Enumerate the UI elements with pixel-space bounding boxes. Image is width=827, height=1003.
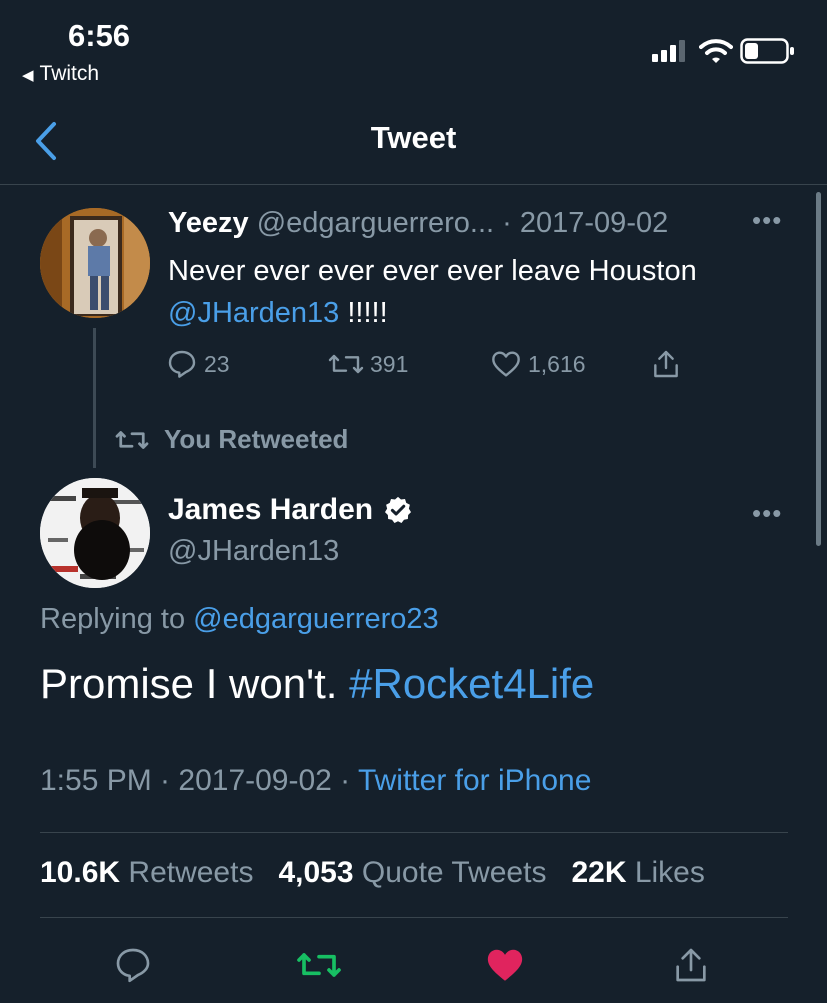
share-button[interactable] [650, 344, 688, 384]
back-triangle-icon: ◀ [22, 67, 34, 84]
retweet-icon [115, 430, 149, 449]
author-display-name[interactable]: James Harden [168, 493, 373, 527]
share-icon [676, 948, 706, 982]
tweet-source-link[interactable]: Twitter for iPhone [358, 764, 591, 797]
retweets-count: 10.6K [40, 856, 121, 889]
wifi-icon [699, 39, 733, 63]
reply-button[interactable] [110, 942, 156, 988]
parent-display-name[interactable]: Yeezy [168, 207, 249, 239]
retweet-button[interactable]: 391 [328, 344, 408, 384]
page-title: Tweet [370, 120, 457, 155]
tweet-text: Promise I won't. #Rocket4Life [40, 660, 594, 708]
like-button-active[interactable] [482, 942, 528, 988]
share-button[interactable] [668, 942, 714, 988]
hashtag-link[interactable]: #Rocket4Life [349, 660, 594, 707]
avatar-photo [40, 208, 150, 318]
share-icon [654, 350, 678, 378]
author-name[interactable]: James Harden [168, 493, 413, 527]
verified-badge-icon [385, 496, 412, 523]
tweet-timestamp: 1:55 PM · 2017-09-02 · [40, 764, 358, 797]
retweet-icon [328, 354, 364, 374]
quotes-stat[interactable]: 4,053 Quote Tweets [278, 856, 546, 889]
nav-divider [0, 184, 827, 185]
avatar-photo [40, 478, 150, 588]
reply-icon [168, 350, 196, 378]
parent-mention-link[interactable]: @JHarden13 [168, 297, 339, 329]
battery-icon [740, 38, 794, 64]
tweet-text-main: Promise I won't. [40, 660, 350, 707]
reply-icon [116, 948, 150, 983]
more-options-icon[interactable]: ••• [752, 498, 782, 529]
like-count: 1,616 [528, 350, 586, 377]
back-app-label: Twitch [39, 62, 100, 85]
like-button[interactable]: 1,616 [490, 344, 586, 384]
retweeted-label: You Retweeted [164, 424, 349, 454]
quotes-label: Quote Tweets [353, 856, 547, 889]
retweets-label: Retweets [120, 856, 254, 889]
avatar-james-harden[interactable] [40, 478, 150, 588]
scrollbar[interactable] [816, 192, 821, 546]
back-to-app-link[interactable]: ◀ Twitch [22, 62, 99, 86]
avatar-yeezy[interactable] [40, 208, 150, 318]
retweets-stat[interactable]: 10.6K Retweets [40, 856, 253, 889]
heart-icon [492, 351, 520, 377]
tweet-meta: 1:55 PM · 2017-09-02 · Twitter for iPhon… [40, 764, 591, 798]
reply-count: 23 [204, 350, 230, 377]
back-chevron-icon[interactable] [30, 118, 70, 164]
retweet-count: 391 [370, 350, 409, 377]
parent-date: · 2017-09-02 [502, 207, 669, 239]
retweet-button-active[interactable] [296, 942, 342, 988]
more-options-icon[interactable]: ••• [752, 205, 782, 236]
parent-text-main: Never ever ever ever ever leave Houston [168, 255, 697, 287]
replying-to: Replying to @edgarguerrero23 [40, 603, 439, 636]
quotes-count: 4,053 [278, 856, 354, 889]
retweet-icon [297, 953, 341, 977]
parent-text-tail: !!!!! [339, 297, 388, 329]
parent-tweet-header: Yeezy @edgarguerrero... · 2017-09-02 [168, 207, 668, 240]
engagement-stats: 10.6K Retweets 4,053 Quote Tweets 22K Li… [40, 856, 705, 890]
likes-count: 22K [571, 856, 627, 889]
status-time: 6:56 [68, 18, 131, 53]
retweeted-indicator: You Retweeted [112, 424, 348, 455]
parent-handle[interactable]: @edgarguerrero... [257, 207, 494, 239]
divider [40, 917, 788, 918]
likes-stat[interactable]: 22K Likes [571, 856, 704, 889]
parent-tweet-text: Never ever ever ever ever leave Houston … [168, 250, 788, 334]
likes-label: Likes [626, 856, 705, 889]
heart-icon [487, 949, 523, 981]
replying-to-link[interactable]: @edgarguerrero23 [193, 603, 438, 635]
reply-button[interactable]: 23 [166, 344, 230, 384]
signal-icon [652, 40, 685, 62]
divider [40, 832, 788, 833]
thread-line [93, 328, 96, 468]
replying-prefix: Replying to [40, 603, 194, 635]
author-handle[interactable]: @JHarden13 [168, 535, 339, 568]
